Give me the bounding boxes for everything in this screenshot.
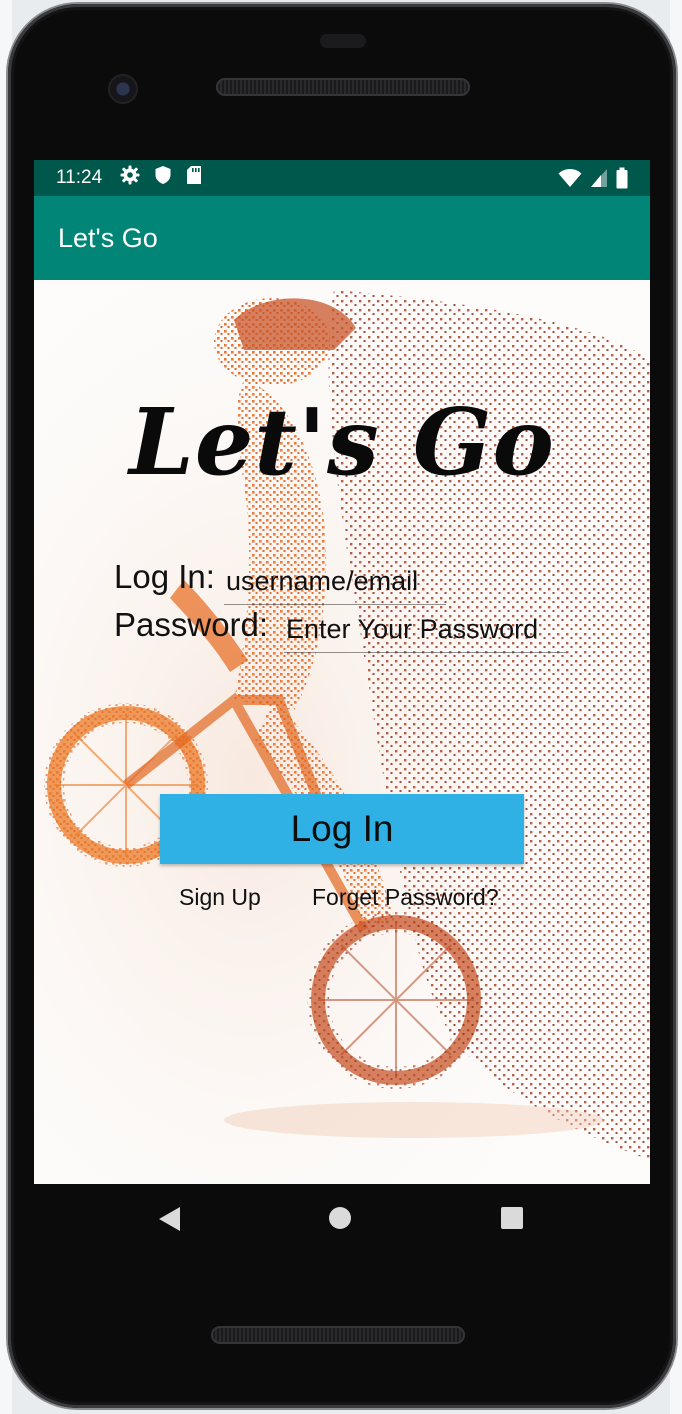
username-label: Log In:	[114, 558, 215, 595]
gear-icon	[120, 165, 140, 191]
login-button[interactable]: Log In	[160, 794, 524, 864]
wifi-icon	[558, 168, 582, 194]
hero-headline: Let's Go	[129, 388, 555, 496]
phone-frame: 11:24 Let's Go Let's Go Log In: username…	[8, 4, 676, 1408]
shield-icon	[154, 165, 172, 191]
home-icon[interactable]	[328, 1206, 352, 1234]
forgot-password-link[interactable]: Forget Password?	[312, 884, 499, 911]
bottom-speaker	[211, 1326, 465, 1344]
login-screen: Let's Go Log In: Password: Log In Sign U…	[34, 280, 650, 1184]
recents-icon[interactable]	[500, 1206, 524, 1234]
front-camera	[108, 74, 138, 104]
password-label: Password:	[114, 606, 269, 643]
proximity-sensor	[320, 34, 366, 48]
sd-card-icon	[186, 165, 202, 191]
signal-icon	[590, 168, 608, 194]
earpiece-speaker	[216, 78, 470, 96]
device-screen: 11:24 Let's Go Let's Go Log In: username…	[34, 160, 650, 1184]
status-time: 11:24	[56, 167, 103, 188]
system-navigation-bar	[34, 1184, 650, 1256]
sign-up-link[interactable]: Sign Up	[179, 884, 261, 911]
app-title: Let's Go	[58, 222, 158, 253]
username-input[interactable]	[224, 562, 446, 605]
back-icon[interactable]	[158, 1206, 182, 1236]
status-bar: 11:24	[34, 160, 650, 196]
app-bar: Let's Go	[34, 196, 650, 280]
battery-icon	[616, 167, 628, 195]
password-input[interactable]	[284, 610, 566, 653]
